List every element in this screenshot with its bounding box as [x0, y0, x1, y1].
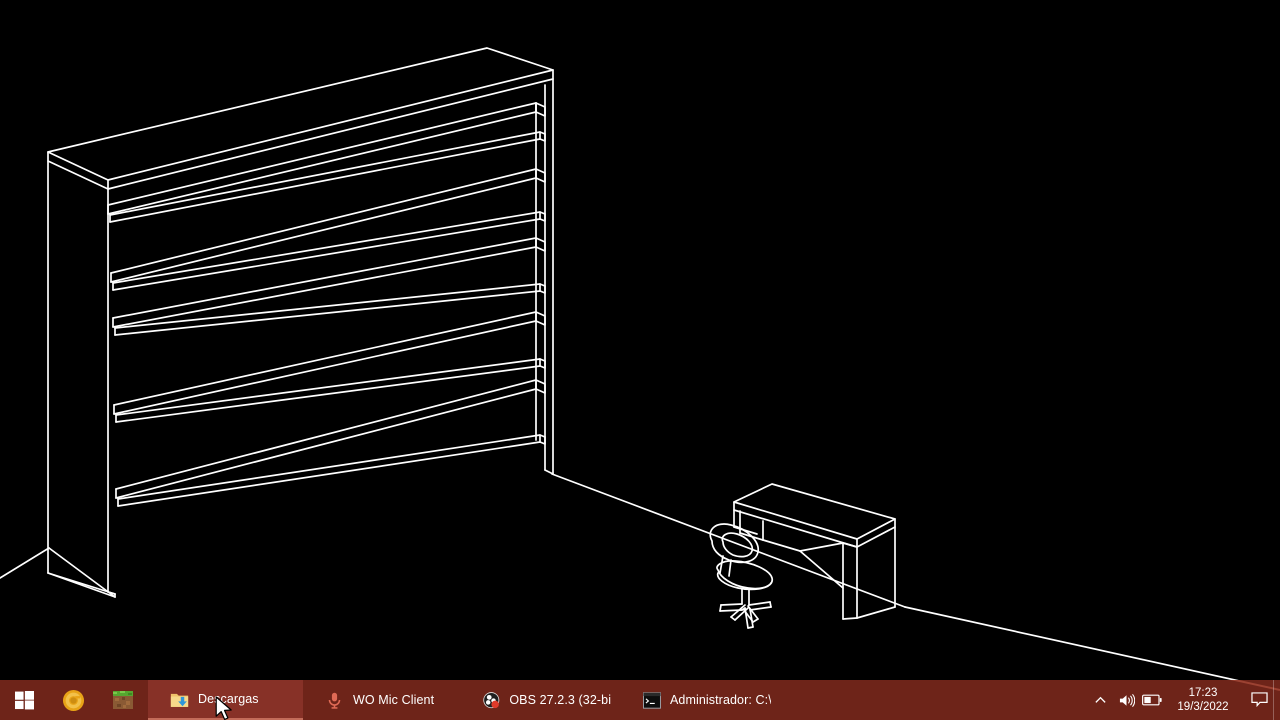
start-button[interactable] — [0, 680, 48, 720]
desktop[interactable] — [0, 0, 1280, 720]
taskbar-task-list: Descargas WO Mic Client OBS 27.2.3 (32-b… — [148, 680, 1087, 720]
clock-time: 17:23 — [1188, 687, 1218, 699]
taskbar-item-label: WO Mic Client — [353, 693, 435, 707]
bookshelf — [47, 47, 554, 598]
taskbar[interactable]: Descargas WO Mic Client OBS 27.2.3 (32-b… — [0, 680, 1280, 720]
taskbar-item-wo-mic-client[interactable]: WO Mic Client — [303, 680, 461, 720]
taskbar-item-obs[interactable]: OBS 27.2.3 (32-bit, ... — [461, 680, 621, 720]
folder-download-icon — [170, 693, 189, 707]
taskbar-pin-chrome[interactable] — [48, 680, 98, 720]
system-tray: 17:23 19/3/2022 — [1087, 680, 1280, 720]
taskbar-pin-minecraft[interactable] — [98, 680, 148, 720]
microphone-icon — [328, 692, 341, 709]
taskbar-item-label: Descargas — [198, 692, 259, 706]
action-center-icon[interactable] — [1245, 680, 1273, 720]
floor-lines — [0, 473, 1280, 691]
gold-circle-icon — [62, 689, 84, 711]
volume-speaker-icon[interactable] — [1113, 680, 1139, 720]
wallpaper-wireframe-drawing — [0, 47, 1280, 691]
windows-logo-icon — [14, 690, 34, 709]
taskbar-item-label: Administrador: C:\... — [669, 693, 771, 707]
minecraft-grass-block-icon — [113, 691, 133, 709]
show-hidden-icons-chevron-icon[interactable] — [1087, 680, 1113, 720]
command-prompt-icon — [643, 691, 661, 709]
clock-date: 19/3/2022 — [1177, 701, 1229, 713]
battery-icon[interactable] — [1139, 680, 1165, 720]
taskbar-item-label: OBS 27.2.3 (32-bit, ... — [509, 693, 611, 707]
obs-studio-icon — [483, 691, 500, 708]
taskbar-item-descargas[interactable]: Descargas — [148, 680, 303, 720]
taskbar-clock[interactable]: 17:23 19/3/2022 — [1165, 680, 1245, 720]
taskbar-item-command-prompt[interactable]: Administrador: C:\... — [621, 680, 781, 720]
show-desktop-button[interactable] — [1273, 680, 1280, 720]
